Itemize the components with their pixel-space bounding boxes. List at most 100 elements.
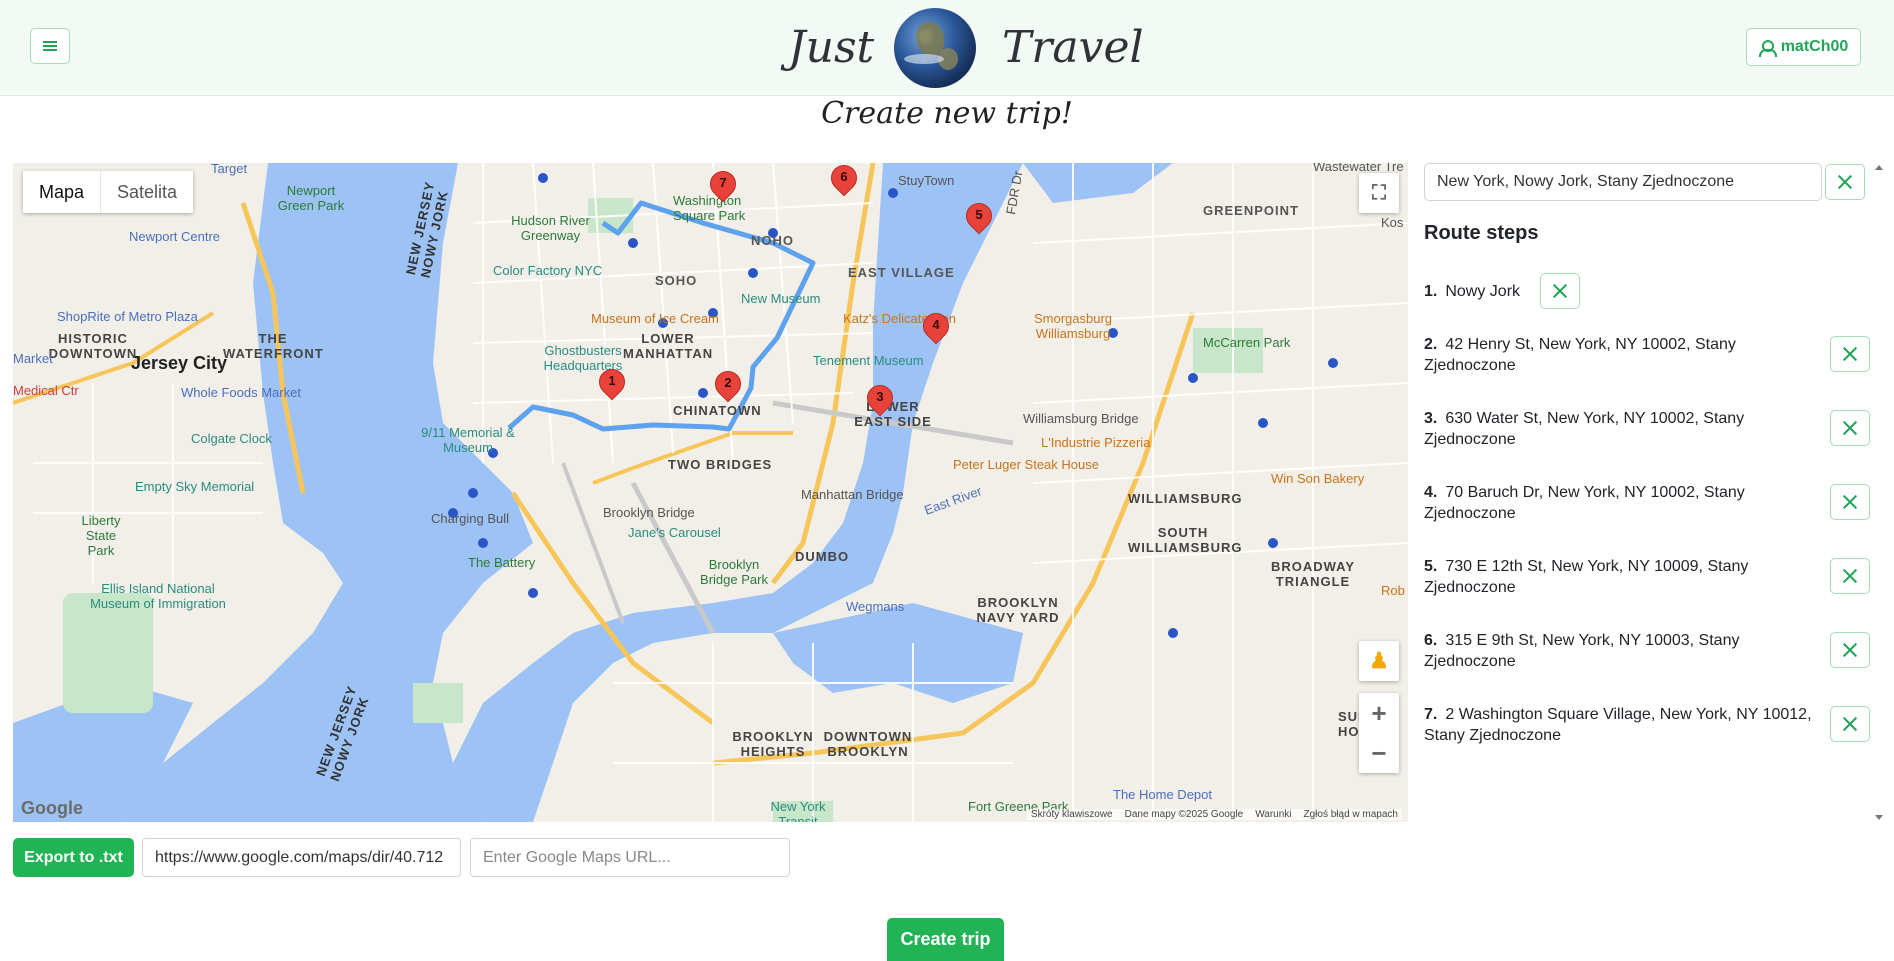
page-title: Create new trip!	[821, 96, 1073, 131]
export-txt-button[interactable]: Export to .txt	[13, 838, 134, 877]
map-type-mapa[interactable]: Mapa	[23, 171, 102, 213]
map-label: Ellis Island National Museum of Immigrat…	[90, 581, 226, 611]
route-pin[interactable]: 2	[709, 365, 747, 405]
fullscreen-icon[interactable]: ⛶	[1359, 173, 1399, 213]
scroll-down-icon[interactable]	[1875, 815, 1883, 820]
map-canvas[interactable]: Target Newport Green Park Newport Centre…	[13, 163, 1408, 822]
menu-button[interactable]	[30, 28, 70, 64]
clear-search-button[interactable]	[1825, 164, 1865, 200]
route-pin[interactable]: 3	[861, 379, 899, 419]
map-label: Newport Green Park	[277, 183, 345, 213]
map-label: Brooklyn Bridge Park	[700, 557, 768, 587]
maps-url-output[interactable]	[142, 838, 461, 877]
create-trip-button[interactable]: Create trip	[887, 918, 1004, 961]
map-label: Color Factory NYC	[493, 263, 603, 278]
map-label: Charging Bull	[431, 511, 510, 526]
brand-travel: Travel	[1002, 22, 1144, 73]
remove-step-button[interactable]	[1540, 273, 1580, 309]
map-label: Brooklyn Bridge	[603, 505, 695, 520]
route-step: 7. 2 Washington Square Village, New York,…	[1424, 706, 1812, 744]
map-label: Colgate Clock	[191, 431, 272, 446]
map-label: BROOKLYN NAVY YARD	[976, 595, 1060, 625]
route-step: 4. 70 Baruch Dr, New York, NY 10002, Stan…	[1424, 484, 1745, 522]
map-label: Museum of Ice Cream	[591, 311, 719, 326]
zoom-in-icon[interactable]: +	[1371, 693, 1386, 733]
route-pin[interactable]: 5	[960, 197, 998, 237]
map-label: BROOKLYN HEIGHTS	[732, 729, 814, 759]
map-label: SOUTH WILLIAMSBURG	[1128, 525, 1243, 555]
map-label: New Museum	[741, 291, 821, 306]
close-icon	[1842, 642, 1858, 658]
map-label: Rob	[1381, 583, 1405, 598]
map-label: CHINATOWN	[673, 403, 762, 418]
map-label: NOHO	[751, 233, 794, 248]
map-label: Jane's Carousel	[628, 525, 721, 540]
map-footer-text: Dane mapy ©2025 Google	[1124, 809, 1244, 820]
map-label: Manhattan Bridge	[801, 487, 904, 502]
map-label: Empty Sky Memorial	[135, 479, 255, 494]
map-label: Medical Ctr	[13, 383, 79, 398]
remove-step-button[interactable]	[1830, 558, 1870, 594]
maps-url-input[interactable]	[470, 838, 790, 877]
steps-scrollbar[interactable]	[1872, 163, 1886, 822]
map-label: Market	[13, 351, 53, 366]
map-label: GREENPOINT	[1203, 203, 1299, 218]
map-type-control: Mapa Satelita	[23, 171, 194, 213]
zoom-out-icon[interactable]: −	[1371, 733, 1386, 773]
route-step: 5. 730 E 12th St, New York, NY 10009, Sta…	[1424, 558, 1749, 596]
close-icon	[1842, 346, 1858, 362]
route-pin[interactable]: 6	[825, 163, 863, 199]
close-icon	[1842, 494, 1858, 510]
remove-step-button[interactable]	[1830, 410, 1870, 446]
map-label: Win Son Bakery	[1271, 471, 1365, 486]
map-label: LOWER EAST SIDE	[854, 399, 932, 429]
user-name: matCh00	[1780, 38, 1849, 55]
map-label: TWO BRIDGES	[668, 457, 773, 472]
map-label: Target	[211, 163, 248, 176]
location-search-input[interactable]	[1424, 163, 1822, 201]
close-icon	[1842, 716, 1858, 732]
map-label: BROADWAY TRIANGLE	[1270, 559, 1356, 589]
route-step: 3. 630 Water St, New York, NY 10002, Stan…	[1424, 410, 1745, 448]
map-label: New York Transit Museum	[770, 799, 826, 822]
map-label: Whole Foods Market	[181, 385, 301, 400]
route-pin[interactable]: 7	[704, 165, 742, 205]
map-label: Smorgasburg Williamsburg	[1033, 311, 1113, 341]
map-label: Peter Luger Steak House	[953, 457, 1099, 472]
hamburger-icon	[43, 41, 57, 51]
map-label: Kos	[1381, 215, 1404, 230]
google-logo: Google	[21, 798, 83, 818]
map-label: Jersey City	[131, 353, 228, 373]
map-footer-link[interactable]: Warunki	[1255, 809, 1291, 820]
zoom-control: + −	[1359, 693, 1399, 773]
map-footer-link[interactable]: Zgłoś błąd w mapach	[1304, 809, 1399, 820]
map-label: SOHO	[655, 273, 698, 288]
map-type-satelita[interactable]: Satelita	[101, 171, 193, 213]
user-menu-button[interactable]: matCh00	[1746, 28, 1861, 66]
map-label: DUMBO	[795, 549, 850, 564]
route-steps-title: Route steps	[1424, 222, 1539, 244]
map-label: Wegmans	[846, 599, 905, 614]
map-label: L'Industrie Pizzeria	[1041, 435, 1151, 450]
route-pin[interactable]: 1	[593, 363, 631, 403]
map-label: Tenement Museum	[813, 353, 924, 368]
map-label: DOWNTOWN BROOKLYN	[823, 729, 913, 759]
remove-step-button[interactable]	[1830, 336, 1870, 372]
remove-step-button[interactable]	[1830, 706, 1870, 742]
person-icon	[1758, 39, 1777, 57]
scroll-up-icon[interactable]	[1875, 165, 1883, 170]
map-label: THE WATERFRONT	[223, 331, 324, 361]
map-footer-link[interactable]: Skróty klawiszowe	[1031, 809, 1113, 820]
map-label: The Battery	[468, 555, 536, 570]
map-label: Newport Centre	[129, 229, 221, 244]
close-icon	[1552, 283, 1568, 299]
map-label: EAST VILLAGE	[848, 265, 955, 280]
remove-step-button[interactable]	[1830, 484, 1870, 520]
map-footer: Skróty klawiszowe Dane mapy ©2025 Google…	[1026, 809, 1402, 820]
map-label: LOWER MANHATTAN	[623, 331, 714, 361]
remove-step-button[interactable]	[1830, 632, 1870, 668]
pegman-icon[interactable]: ♟	[1359, 641, 1399, 681]
route-step: 2. 42 Henry St, New York, NY 10002, Stany…	[1424, 336, 1736, 374]
route-pin[interactable]: 4	[917, 307, 955, 347]
app-header: Just Travel matCh00	[0, 0, 1894, 96]
